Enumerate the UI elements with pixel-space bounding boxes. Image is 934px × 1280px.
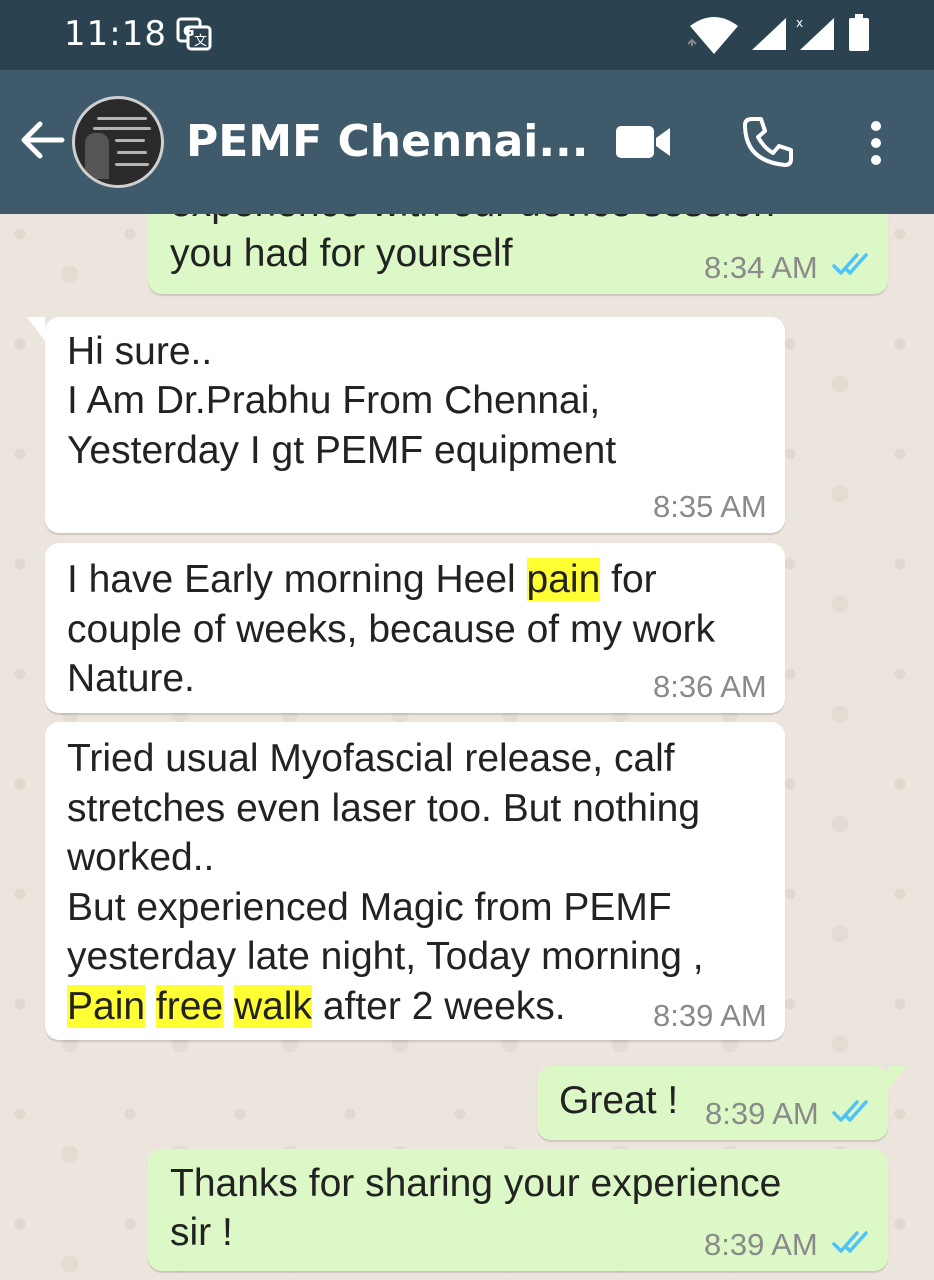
translate-icon: G 文 [176, 17, 212, 51]
video-call-icon[interactable] [614, 124, 672, 160]
wifi-icon [688, 17, 738, 54]
message-text: experience with our device session [170, 214, 775, 229]
message-text: Hi sure.. [67, 330, 213, 373]
read-receipt-icon [832, 1100, 868, 1122]
status-bar: 11:18 G 文 x [0, 0, 934, 70]
back-arrow-icon[interactable] [18, 116, 66, 164]
highlighted-word: Pain [67, 984, 146, 1028]
message-time: 8:39 AM [653, 998, 767, 1033]
message-bubble-incoming[interactable]: Hi sure.. I Am Dr.Prabhu From Chennai, Y… [27, 317, 785, 533]
phone-call-icon[interactable] [742, 116, 794, 168]
highlighted-word: free [155, 984, 224, 1028]
message-text: Tried usual Myofascial release, calf str… [67, 737, 704, 1028]
message-time: 8:36 AM [653, 669, 767, 704]
message-time: 8:39 AM [704, 1227, 818, 1262]
message-bubble-incoming[interactable]: Tried usual Myofascial release, calf str… [45, 722, 785, 1040]
read-receipt-icon [832, 253, 868, 275]
message-text: I have Early morning Heel pain for coupl… [67, 558, 716, 700]
battery-icon [849, 14, 869, 51]
message-time: 8:35 AM [653, 489, 767, 524]
message-text: Thanks for sharing your experience [170, 1162, 782, 1205]
message-time: 8:39 AM [705, 1096, 819, 1131]
svg-text:文: 文 [194, 34, 207, 49]
message-text: I Am Dr.Prabhu From Chennai, [67, 379, 601, 422]
message-text: you had for yourself [170, 232, 513, 275]
chat-header: PEMF Chennai... [0, 70, 934, 214]
highlighted-word: pain [526, 558, 601, 601]
message-bubble-outgoing[interactable]: experience with our device session you h… [148, 214, 888, 294]
message-text: sir ! [170, 1211, 233, 1254]
svg-text:G: G [183, 24, 195, 40]
status-time: 11:18 [64, 14, 167, 54]
message-text: Yesterday I gt PEMF equipment [67, 429, 617, 472]
message-time: 8:34 AM [704, 250, 818, 285]
avatar[interactable] [72, 96, 164, 188]
highlighted-word: walk [233, 984, 312, 1028]
chat-area[interactable]: experience with our device session you h… [0, 214, 934, 1280]
message-bubble-outgoing[interactable]: Great ! 8:39 AM [537, 1066, 906, 1140]
chat-title[interactable]: PEMF Chennai... [186, 116, 589, 167]
signal-icon [752, 18, 786, 50]
signal-icon: x [796, 16, 834, 50]
message-bubble-outgoing[interactable]: Thanks for sharing your experience sir !… [148, 1149, 888, 1271]
message-text: Great ! [559, 1079, 679, 1122]
more-options-icon[interactable] [866, 120, 886, 166]
svg-text:x: x [796, 16, 803, 30]
message-bubble-incoming[interactable]: I have Early morning Heel pain for coupl… [45, 543, 785, 713]
read-receipt-icon [832, 1231, 868, 1253]
